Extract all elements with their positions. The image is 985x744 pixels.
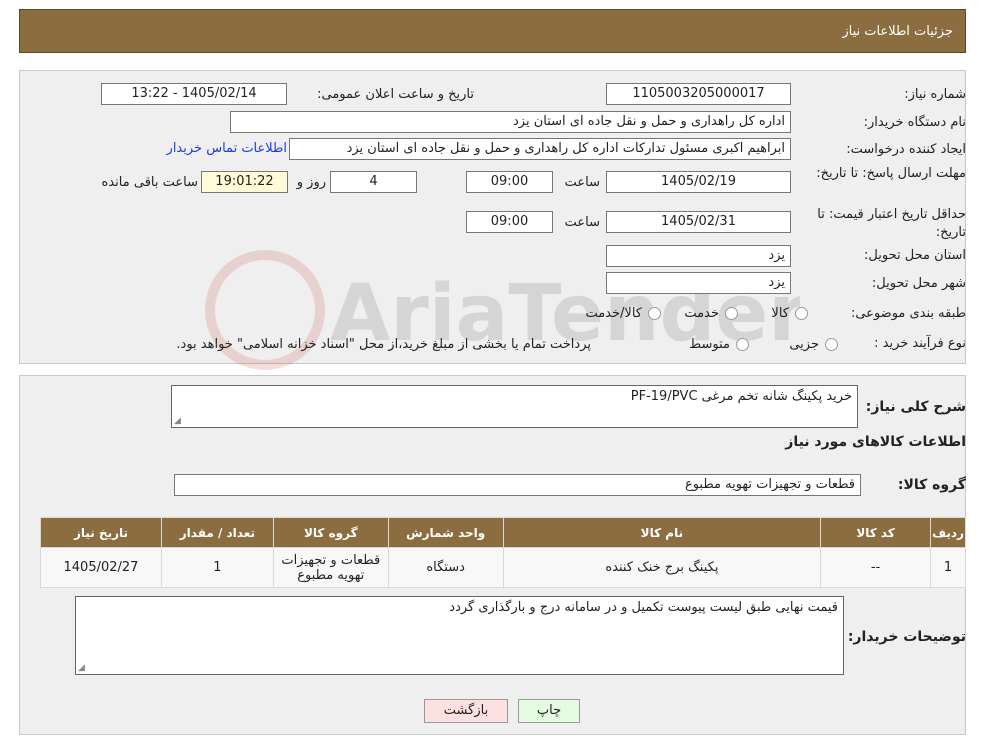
process-type-label: نوع فرآیند خرید : xyxy=(874,336,966,351)
goods-table: ردیف کد کالا نام کالا واحد شمارش گروه کا… xyxy=(40,517,966,588)
reply-time-field: 09:00 xyxy=(466,171,553,193)
city-field: یزد xyxy=(606,272,791,294)
province-field: یزد xyxy=(606,245,791,267)
category-option-label: کالا xyxy=(771,306,789,321)
table-row: 1 -- پکینگ برج خنک کننده دستگاه قطعات و … xyxy=(40,547,966,588)
category-option-goods-service[interactable]: کالا/خدمت xyxy=(585,306,661,321)
radio-icon[interactable] xyxy=(736,338,749,351)
requester-field: ابراهیم اکبری مسئول تدارکات اداره کل راه… xyxy=(289,138,791,160)
reply-deadline-label: مهلت ارسال پاسخ: تا تاریخ: xyxy=(816,166,966,181)
radio-icon[interactable] xyxy=(825,338,838,351)
remaining-time-field: 19:01:22 xyxy=(201,171,288,193)
category-option-label: خدمت xyxy=(684,306,719,321)
table-header-row: ردیف کد کالا نام کالا واحد شمارش گروه کا… xyxy=(40,517,966,548)
radio-icon[interactable] xyxy=(648,307,661,320)
buyer-org-label: نام دستگاه خریدار: xyxy=(863,115,966,130)
category-option-goods[interactable]: کالا xyxy=(771,306,808,321)
process-option-minor[interactable]: جزیی xyxy=(789,337,838,352)
need-number-field: 1105003205000017 xyxy=(606,83,791,105)
requester-label: ایجاد کننده درخواست: xyxy=(846,142,966,157)
col-header: کد کالا xyxy=(820,517,932,548)
table-cell: دستگاه xyxy=(387,547,504,588)
process-option-label: جزیی xyxy=(789,337,819,352)
reply-date-field: 1405/02/19 xyxy=(606,171,791,193)
need-summary-text: خرید پکینگ شانه تخم مرغی PF-19/PVC xyxy=(630,389,852,404)
table-cell: قطعات و تجهیزات تهویه مطبوع xyxy=(272,547,389,588)
validity-time-field: 09:00 xyxy=(466,211,553,233)
validity-date-field: 1405/02/31 xyxy=(606,211,791,233)
col-header: ردیف xyxy=(930,517,966,548)
price-validity-label: حداقل تاریخ اعتبار قیمت: تا تاریخ: xyxy=(817,207,966,240)
remaining-label: ساعت باقی مانده xyxy=(101,175,198,190)
process-note: پرداخت تمام یا بخشی از مبلغ خرید،از محل … xyxy=(176,337,591,352)
province-label: استان محل تحویل: xyxy=(864,248,966,263)
back-button[interactable]: بازگشت xyxy=(424,699,508,723)
col-header: گروه کالا xyxy=(272,517,389,548)
col-header: تاریخ نیاز xyxy=(40,517,162,548)
days-field: 4 xyxy=(330,171,417,193)
table-cell: پکینگ برج خنک کننده xyxy=(502,547,822,588)
radio-icon[interactable] xyxy=(725,307,738,320)
goods-group-field: قطعات و تجهیزات تهویه مطبوع xyxy=(174,474,861,496)
need-summary-label: شرح کلی نیاز: xyxy=(865,399,966,415)
radio-icon[interactable] xyxy=(795,307,808,320)
category-option-label: کالا/خدمت xyxy=(585,306,642,321)
buyer-org-field: اداره کل راهداری و حمل و نقل جاده ای است… xyxy=(230,111,791,133)
category-label: طبقه بندی موضوعی: xyxy=(850,306,966,321)
resize-grip-icon[interactable]: ◢ xyxy=(174,416,181,426)
validity-time-label: ساعت xyxy=(564,215,600,230)
process-option-medium[interactable]: متوسط xyxy=(689,337,749,352)
announce-datetime-field: 1405/02/14 - 13:22 xyxy=(101,83,287,105)
page-title: جزئیات اطلاعات نیاز xyxy=(842,24,953,39)
col-header: تعداد / مقدار xyxy=(160,517,274,548)
goods-group-label: گروه کالا: xyxy=(897,477,966,493)
goods-info-heading: اطلاعات کالاهای مورد نیاز xyxy=(785,434,966,450)
table-cell: 1 xyxy=(160,547,274,588)
page-header: جزئیات اطلاعات نیاز xyxy=(19,9,966,53)
reply-time-label: ساعت xyxy=(564,175,600,190)
print-button[interactable]: چاپ xyxy=(518,699,580,723)
col-header: واحد شمارش xyxy=(387,517,504,548)
buyer-notes-text: قیمت نهایی طبق لیست پیوست تکمیل و در سام… xyxy=(449,600,838,615)
col-header: نام کالا xyxy=(502,517,822,548)
city-label: شهر محل تحویل: xyxy=(871,276,966,291)
day-and-label: روز و xyxy=(296,175,326,190)
category-option-service[interactable]: خدمت xyxy=(684,306,738,321)
buyer-notes-label: توضیحات خریدار: xyxy=(847,629,966,645)
table-cell: -- xyxy=(820,547,932,588)
buyer-contact-link[interactable]: اطلاعات تماس خریدار xyxy=(167,141,287,156)
table-cell: 1405/02/27 xyxy=(40,547,162,588)
resize-grip-icon[interactable]: ◢ xyxy=(78,663,85,673)
table-cell: 1 xyxy=(930,547,966,588)
process-option-label: متوسط xyxy=(689,337,730,352)
need-summary-textarea[interactable]: خرید پکینگ شانه تخم مرغی PF-19/PVC ◢ xyxy=(171,385,858,428)
need-number-label: شماره نیاز: xyxy=(904,87,966,102)
buyer-notes-textarea[interactable]: قیمت نهایی طبق لیست پیوست تکمیل و در سام… xyxy=(75,596,844,675)
announce-datetime-label: تاریخ و ساعت اعلان عمومی: xyxy=(317,87,474,102)
